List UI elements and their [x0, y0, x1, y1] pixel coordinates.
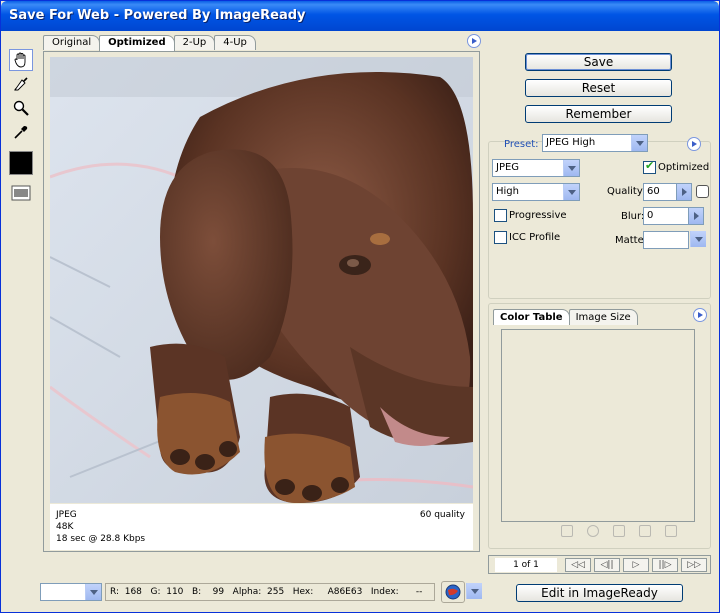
web-snap-icon[interactable] — [561, 525, 573, 537]
window-title: Save For Web - Powered By ImageReady — [9, 8, 306, 23]
save-for-web-window: Save For Web - Powered By ImageReady Ori… — [0, 0, 720, 613]
reset-button[interactable]: Reset — [525, 79, 672, 97]
tab-image-size[interactable]: Image Size — [568, 309, 638, 325]
color-table-tabs: Color Table Image Size — [493, 309, 638, 325]
chevron-down-icon — [85, 584, 101, 600]
preset-label: Preset: — [504, 139, 539, 150]
browser-globe-icon — [445, 584, 461, 600]
settings-menu-icon[interactable] — [687, 137, 701, 151]
tab-original[interactable]: Original — [43, 35, 101, 50]
first-frame-button[interactable]: ◁◁ — [565, 558, 591, 572]
icc-profile-label: ICC Profile — [509, 232, 561, 243]
info-download-time: 18 sec @ 28.8 Kbps — [56, 534, 146, 544]
color-table-area[interactable] — [501, 329, 695, 522]
matte-select[interactable] — [689, 231, 706, 249]
optimized-label: Optimized — [658, 162, 710, 173]
chevron-down-icon — [563, 160, 579, 176]
preset-select[interactable]: JPEG High — [542, 134, 648, 152]
tab-optimized[interactable]: Optimized — [99, 35, 175, 51]
dachshund-photo[interactable] — [50, 57, 473, 503]
animation-navigation: 1 of 1 ◁◁ ◁|| ▷ ||▷ ▷▷ — [488, 555, 711, 574]
view-tabs: Original Optimized 2-Up 4-Up — [43, 35, 256, 51]
zoom-select[interactable] — [40, 583, 102, 601]
slice-visibility-toggle-icon[interactable] — [11, 185, 31, 201]
quality-mask-icon[interactable] — [696, 185, 709, 198]
chevron-down-icon — [690, 231, 706, 247]
tab-2-up[interactable]: 2-Up — [173, 35, 216, 50]
progressive-checkbox[interactable] — [494, 209, 507, 222]
trash-icon[interactable] — [665, 525, 677, 537]
next-frame-button[interactable]: ||▷ — [652, 558, 678, 572]
zoom-tool-icon[interactable] — [9, 97, 33, 119]
toolbox — [9, 49, 35, 211]
blur-slider-arrow-icon[interactable] — [688, 207, 704, 225]
color-table-icons — [561, 525, 677, 537]
last-frame-button[interactable]: ▷▷ — [681, 558, 707, 572]
preview-menu-icon[interactable] — [467, 34, 481, 48]
info-size: 48K — [56, 522, 74, 532]
color-readout-status: R: 168 G: 110 B: 99 Alpha: 255 Hex: A86E… — [105, 583, 435, 601]
frame-count: 1 of 1 — [495, 558, 557, 572]
quality-input[interactable]: 60 — [643, 183, 677, 201]
web-shift-icon[interactable] — [587, 525, 599, 537]
progressive-label: Progressive — [509, 210, 567, 221]
lock-icon[interactable] — [613, 525, 625, 537]
edit-in-imageready-button[interactable]: Edit in ImageReady — [516, 584, 683, 602]
eyedropper-tool-icon[interactable] — [9, 121, 33, 143]
icc-profile-checkbox[interactable] — [494, 231, 507, 244]
title-bar[interactable]: Save For Web - Powered By ImageReady — [1, 1, 719, 31]
file-format-select[interactable]: JPEG — [492, 159, 580, 177]
chevron-down-icon — [563, 184, 579, 200]
color-table-menu-icon[interactable] — [693, 308, 707, 322]
blur-label: Blur: — [621, 211, 645, 222]
quality-label: Quality: — [607, 186, 646, 197]
save-button[interactable]: Save — [525, 53, 672, 71]
tab-4-up[interactable]: 4-Up — [214, 35, 256, 50]
optimized-preview-pane: JPEG 48K 18 sec @ 28.8 Kbps 60 quality — [43, 51, 480, 552]
preset-value: JPEG High — [546, 137, 596, 148]
optimization-info-panel: JPEG 48K 18 sec @ 28.8 Kbps 60 quality — [50, 504, 473, 550]
slice-select-tool-icon[interactable] — [9, 73, 33, 95]
matte-color-field[interactable] — [643, 231, 689, 249]
browser-select[interactable] — [465, 583, 482, 601]
remember-button[interactable]: Remember — [525, 105, 672, 123]
quality-slider-arrow-icon[interactable] — [676, 183, 692, 201]
tab-color-table[interactable]: Color Table — [493, 309, 570, 325]
compression-quality-value: High — [496, 186, 519, 197]
file-format-value: JPEG — [496, 162, 520, 173]
chevron-down-icon — [631, 135, 647, 151]
blur-input[interactable]: 0 — [643, 207, 689, 225]
browser-preview-button[interactable] — [441, 581, 465, 603]
play-button[interactable]: ▷ — [623, 558, 649, 572]
info-format: JPEG — [56, 510, 77, 520]
new-color-icon[interactable] — [639, 525, 651, 537]
chevron-down-icon — [466, 583, 482, 599]
info-quality: 60 quality — [419, 510, 465, 520]
hand-tool-icon[interactable] — [9, 49, 33, 71]
compression-quality-select[interactable]: High — [492, 183, 580, 201]
previous-frame-button[interactable]: ◁|| — [594, 558, 620, 572]
eyedropper-color-swatch[interactable] — [9, 151, 33, 175]
optimized-checkbox[interactable] — [643, 159, 656, 174]
